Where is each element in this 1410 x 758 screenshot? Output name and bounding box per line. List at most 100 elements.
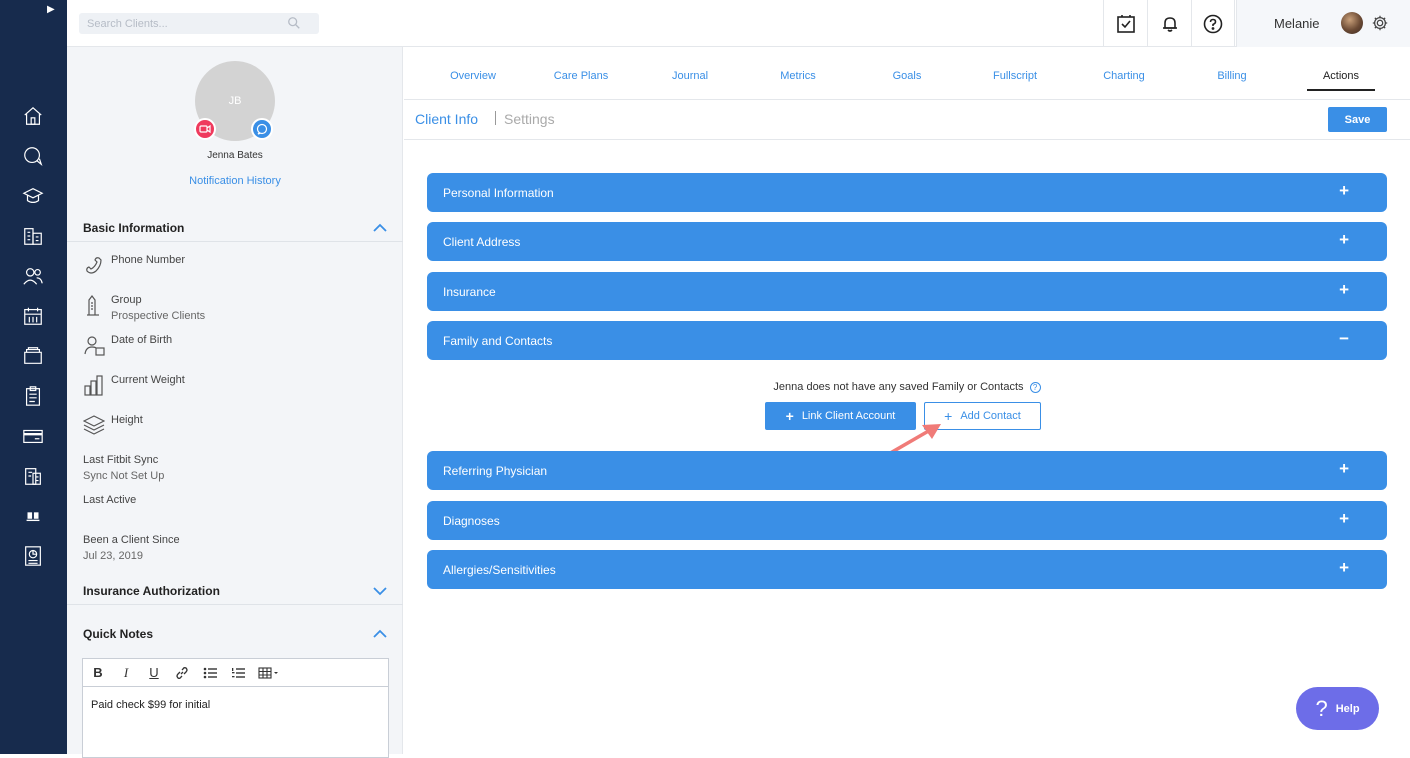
gear-icon[interactable] bbox=[1371, 14, 1389, 32]
plus-icon[interactable]: + bbox=[1339, 558, 1349, 578]
italic-button[interactable]: I bbox=[117, 664, 135, 682]
fitbit-label: Last Fitbit Sync bbox=[83, 454, 159, 466]
save-button[interactable]: Save bbox=[1328, 107, 1387, 132]
basic-information-title: Basic Information bbox=[83, 221, 185, 235]
plus-icon[interactable]: + bbox=[1339, 509, 1349, 529]
tab-fullscript[interactable]: Fullscript bbox=[993, 70, 1037, 82]
bell-icon bbox=[1162, 16, 1177, 32]
question-icon bbox=[1203, 14, 1223, 33]
accordion-label: Family and Contacts bbox=[443, 334, 553, 348]
tasks-button[interactable] bbox=[1103, 0, 1147, 47]
person-calendar-icon bbox=[84, 336, 105, 356]
plus-icon[interactable]: + bbox=[1339, 280, 1349, 300]
chevron-down-icon[interactable] bbox=[373, 586, 387, 596]
chat-button[interactable] bbox=[251, 118, 273, 140]
quick-notes-content[interactable]: Paid check $99 for initial bbox=[83, 687, 388, 723]
tab-metrics[interactable]: Metrics bbox=[780, 70, 815, 82]
education-icon[interactable] bbox=[21, 184, 45, 208]
expand-rail-icon[interactable]: ▶ bbox=[47, 4, 55, 15]
analytics-icon[interactable] bbox=[21, 544, 45, 568]
plus-icon: + bbox=[785, 408, 794, 424]
payment-card-icon[interactable] bbox=[21, 424, 45, 448]
video-icon bbox=[199, 124, 211, 134]
plus-icon[interactable]: + bbox=[1339, 230, 1349, 250]
messages-icon[interactable] bbox=[21, 144, 45, 168]
client-initials: JB bbox=[228, 95, 242, 107]
quick-notes-header[interactable]: Quick Notes bbox=[67, 620, 403, 648]
layers-icon bbox=[83, 415, 105, 435]
user-menu[interactable]: Melanie bbox=[1236, 0, 1410, 47]
notifications-button[interactable] bbox=[1147, 0, 1191, 47]
sub-tabs: Client Info Settings Save bbox=[404, 100, 1410, 140]
basic-information-header[interactable]: Basic Information bbox=[67, 214, 403, 242]
editor-toolbar: B I U bbox=[83, 659, 388, 687]
table-icon bbox=[258, 666, 278, 679]
accordion-allergies-sensitivities[interactable]: Allergies/Sensitivities + bbox=[427, 550, 1387, 589]
chevron-up-icon[interactable] bbox=[373, 223, 387, 233]
numbered-list-button[interactable] bbox=[229, 664, 247, 682]
chevron-up-icon[interactable] bbox=[373, 629, 387, 639]
underline-button[interactable]: U bbox=[145, 664, 163, 682]
search-input[interactable] bbox=[79, 13, 279, 34]
insurance-authorization-title: Insurance Authorization bbox=[83, 584, 220, 598]
user-avatar[interactable] bbox=[1341, 12, 1363, 34]
subtab-divider bbox=[495, 111, 496, 125]
client-tabs: Overview Care Plans Journal Metrics Goal… bbox=[404, 47, 1410, 100]
notification-history-link[interactable]: Notification History bbox=[67, 175, 403, 187]
link-button[interactable] bbox=[173, 664, 191, 682]
weight-label: Current Weight bbox=[111, 374, 185, 386]
bulleted-list-icon bbox=[203, 667, 217, 678]
calendar-icon[interactable] bbox=[21, 304, 45, 328]
tab-journal[interactable]: Journal bbox=[672, 70, 708, 82]
client-search bbox=[79, 13, 319, 34]
accordion-family-and-contacts[interactable]: Family and Contacts − bbox=[427, 321, 1387, 360]
folders-icon[interactable] bbox=[21, 344, 45, 368]
minus-icon[interactable]: − bbox=[1339, 329, 1349, 349]
group-label: Group bbox=[111, 294, 142, 306]
plus-icon[interactable]: + bbox=[1339, 459, 1349, 479]
accordion-label: Client Address bbox=[443, 235, 521, 249]
height-label: Height bbox=[111, 414, 143, 426]
tab-care-plans[interactable]: Care Plans bbox=[554, 70, 608, 82]
bulleted-list-button[interactable] bbox=[201, 664, 219, 682]
numbered-list-icon bbox=[232, 667, 245, 678]
tab-actions[interactable]: Actions bbox=[1323, 70, 1359, 82]
tab-billing[interactable]: Billing bbox=[1217, 70, 1246, 82]
reports-icon[interactable] bbox=[21, 464, 45, 488]
bar-chart-icon bbox=[84, 375, 103, 396]
table-button[interactable] bbox=[257, 664, 281, 682]
tab-overview[interactable]: Overview bbox=[450, 70, 496, 82]
buildings-icon[interactable] bbox=[21, 224, 45, 248]
accordion-diagnoses[interactable]: Diagnoses + bbox=[427, 501, 1387, 540]
subtab-settings[interactable]: Settings bbox=[504, 111, 555, 127]
accordion-client-address[interactable]: Client Address + bbox=[427, 222, 1387, 261]
clipboard-icon[interactable] bbox=[21, 384, 45, 408]
home-icon[interactable] bbox=[21, 104, 45, 128]
add-contact-label: Add Contact bbox=[960, 410, 1021, 422]
last-active-label: Last Active bbox=[83, 494, 137, 506]
insurance-authorization-header[interactable]: Insurance Authorization bbox=[67, 577, 403, 605]
video-call-button[interactable] bbox=[194, 118, 216, 140]
accordion-label: Insurance bbox=[443, 285, 496, 299]
checkbox-icon bbox=[1116, 14, 1135, 33]
tab-charting[interactable]: Charting bbox=[1103, 70, 1145, 82]
help-question-icon: ? bbox=[1315, 695, 1328, 721]
search-icon[interactable] bbox=[287, 16, 301, 30]
top-bar: Melanie bbox=[67, 0, 1410, 47]
accordion-insurance[interactable]: Insurance + bbox=[427, 272, 1387, 311]
clients-icon[interactable] bbox=[21, 264, 45, 288]
supplements-icon[interactable] bbox=[21, 504, 45, 528]
accordion-personal-information[interactable]: Personal Information + bbox=[427, 173, 1387, 212]
link-icon bbox=[176, 666, 188, 679]
info-question-icon[interactable]: ? bbox=[1029, 381, 1041, 393]
help-center-button[interactable] bbox=[1191, 0, 1235, 47]
tab-goals[interactable]: Goals bbox=[893, 70, 922, 82]
help-button[interactable]: ? Help bbox=[1296, 687, 1379, 730]
bold-button[interactable]: B bbox=[89, 664, 107, 682]
help-label: Help bbox=[1335, 702, 1360, 715]
phone-label: Phone Number bbox=[111, 254, 185, 266]
plus-icon[interactable]: + bbox=[1339, 181, 1349, 201]
accordion-label: Diagnoses bbox=[443, 514, 500, 528]
accordion-referring-physician[interactable]: Referring Physician + bbox=[427, 451, 1387, 490]
subtab-client-info[interactable]: Client Info bbox=[415, 111, 478, 127]
